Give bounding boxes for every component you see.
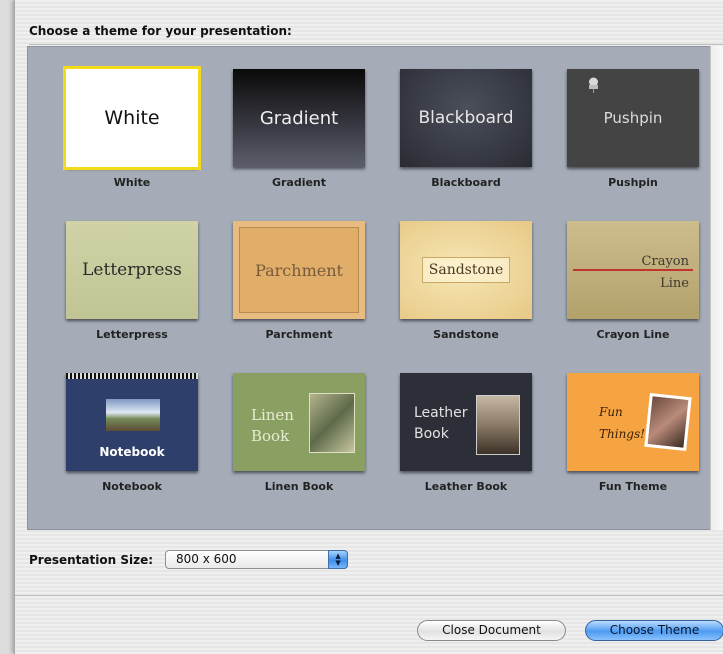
theme-thumbnail-white[interactable]: White [63, 66, 201, 170]
thumbnail-title-line2: Things! [599, 427, 645, 441]
theme-tile-gradient[interactable]: Gradient Gradient [231, 69, 367, 189]
theme-tile-fun-theme[interactable]: Fun Things! Fun Theme [565, 373, 701, 493]
theme-label-white: White [113, 176, 151, 189]
theme-label-letterpress: Letterpress [96, 328, 168, 341]
theme-thumbnail-crayon-line[interactable]: Crayon Line [567, 221, 699, 319]
close-document-button[interactable]: Close Document [417, 620, 566, 641]
theme-label-blackboard: Blackboard [431, 176, 501, 189]
theme-tile-blackboard[interactable]: Blackboard Blackboard [398, 69, 534, 189]
theme-thumbnail-gradient[interactable]: Gradient [233, 69, 365, 167]
theme-label-parchment: Parchment [265, 328, 333, 341]
theme-thumbnail-notebook[interactable]: Notebook [66, 373, 198, 471]
scrollbar-track[interactable] [710, 46, 723, 530]
thumbnail-title-line1: Linen [251, 406, 294, 424]
theme-chooser-sheet: Choose a theme for your presentation: Wh… [14, 0, 723, 654]
thumbnail-title: Letterpress [82, 260, 182, 280]
presentation-size-label: Presentation Size: [29, 552, 154, 567]
thumbnail-title: Notebook [99, 445, 165, 459]
theme-tile-pushpin[interactable]: Pushpin Pushpin [565, 69, 701, 189]
fun-photo [644, 392, 692, 452]
spiral-binding [66, 373, 198, 379]
theme-label-fun-theme: Fun Theme [598, 480, 668, 493]
theme-tile-linen-book[interactable]: Linen Book Linen Book [231, 373, 367, 493]
theme-tile-sandstone[interactable]: Sandstone Sandstone [398, 221, 534, 341]
thumbnail-title: Linen Book [251, 405, 294, 447]
presentation-size-value: 800 x 600 [176, 552, 237, 566]
thumbnail-title-line1: Fun [599, 405, 623, 419]
theme-thumbnail-pushpin[interactable]: Pushpin [567, 69, 699, 167]
theme-label-gradient: Gradient [271, 176, 327, 189]
thumbnail-title: Parchment [255, 260, 343, 280]
select-arrows-icon[interactable]: ▲ ▼ [328, 550, 349, 569]
thumbnail-title-line1: Crayon [641, 254, 689, 269]
presentation-size-select[interactable]: 800 x 600 ▲ ▼ [165, 550, 349, 569]
thumbnail-title: Sandstone [421, 257, 511, 283]
leather-photo [476, 395, 520, 455]
theme-grid-panel: White White Gradient Gradient Blackboard… [27, 46, 711, 530]
theme-label-sandstone: Sandstone [433, 328, 499, 341]
thumbnail-title-line2: Book [414, 426, 449, 442]
theme-label-crayon-line: Crayon Line [596, 328, 670, 341]
header-divider [29, 44, 723, 45]
thumbnail-title: Fun Things! [599, 401, 645, 445]
choose-theme-button[interactable]: Choose Theme [585, 620, 723, 641]
theme-label-pushpin: Pushpin [608, 176, 658, 189]
presentation-size-row: Presentation Size: 800 x 600 ▲ ▼ [29, 550, 349, 569]
thumbnail-title: Crayon Line [642, 251, 689, 295]
theme-thumbnail-sandstone[interactable]: Sandstone [400, 221, 532, 319]
theme-tile-parchment[interactable]: Parchment Parchment [231, 221, 367, 341]
thumbnail-title-line1: Leather [414, 405, 468, 421]
theme-tile-white[interactable]: White White [63, 66, 201, 189]
dialog-header: Choose a theme for your presentation: [29, 24, 292, 38]
theme-tile-notebook[interactable]: Notebook Notebook [64, 373, 200, 493]
theme-thumbnail-fun-theme[interactable]: Fun Things! [567, 373, 699, 471]
linen-photo [309, 393, 355, 453]
thumbnail-title-line2: Book [251, 427, 290, 445]
theme-label-notebook: Notebook [102, 480, 162, 493]
footer-divider [15, 595, 723, 596]
theme-thumbnail-parchment[interactable]: Parchment [233, 221, 365, 319]
theme-tile-letterpress[interactable]: Letterpress Letterpress [64, 221, 200, 341]
thumbnail-title: Pushpin [603, 109, 663, 127]
theme-tile-crayon-line[interactable]: Crayon Line Crayon Line [565, 221, 701, 341]
theme-thumbnail-letterpress[interactable]: Letterpress [66, 221, 198, 319]
thumbnail-title: White [104, 107, 160, 129]
thumbnail-title: Gradient [259, 107, 339, 129]
thumbnail-title: Blackboard [418, 108, 514, 128]
theme-label-leather-book: Leather Book [424, 480, 508, 493]
theme-label-linen-book: Linen Book [264, 480, 334, 493]
theme-thumbnail-linen-book[interactable]: Linen Book [233, 373, 365, 471]
theme-thumbnail-blackboard[interactable]: Blackboard [400, 69, 532, 167]
thumbnail-title: Leather Book [414, 403, 467, 445]
pushpin-icon [589, 77, 598, 93]
notebook-photo [106, 399, 160, 431]
thumbnail-title-line2: Line [660, 276, 689, 291]
theme-thumbnail-leather-book[interactable]: Leather Book [400, 373, 532, 471]
theme-tile-leather-book[interactable]: Leather Book Leather Book [398, 373, 534, 493]
